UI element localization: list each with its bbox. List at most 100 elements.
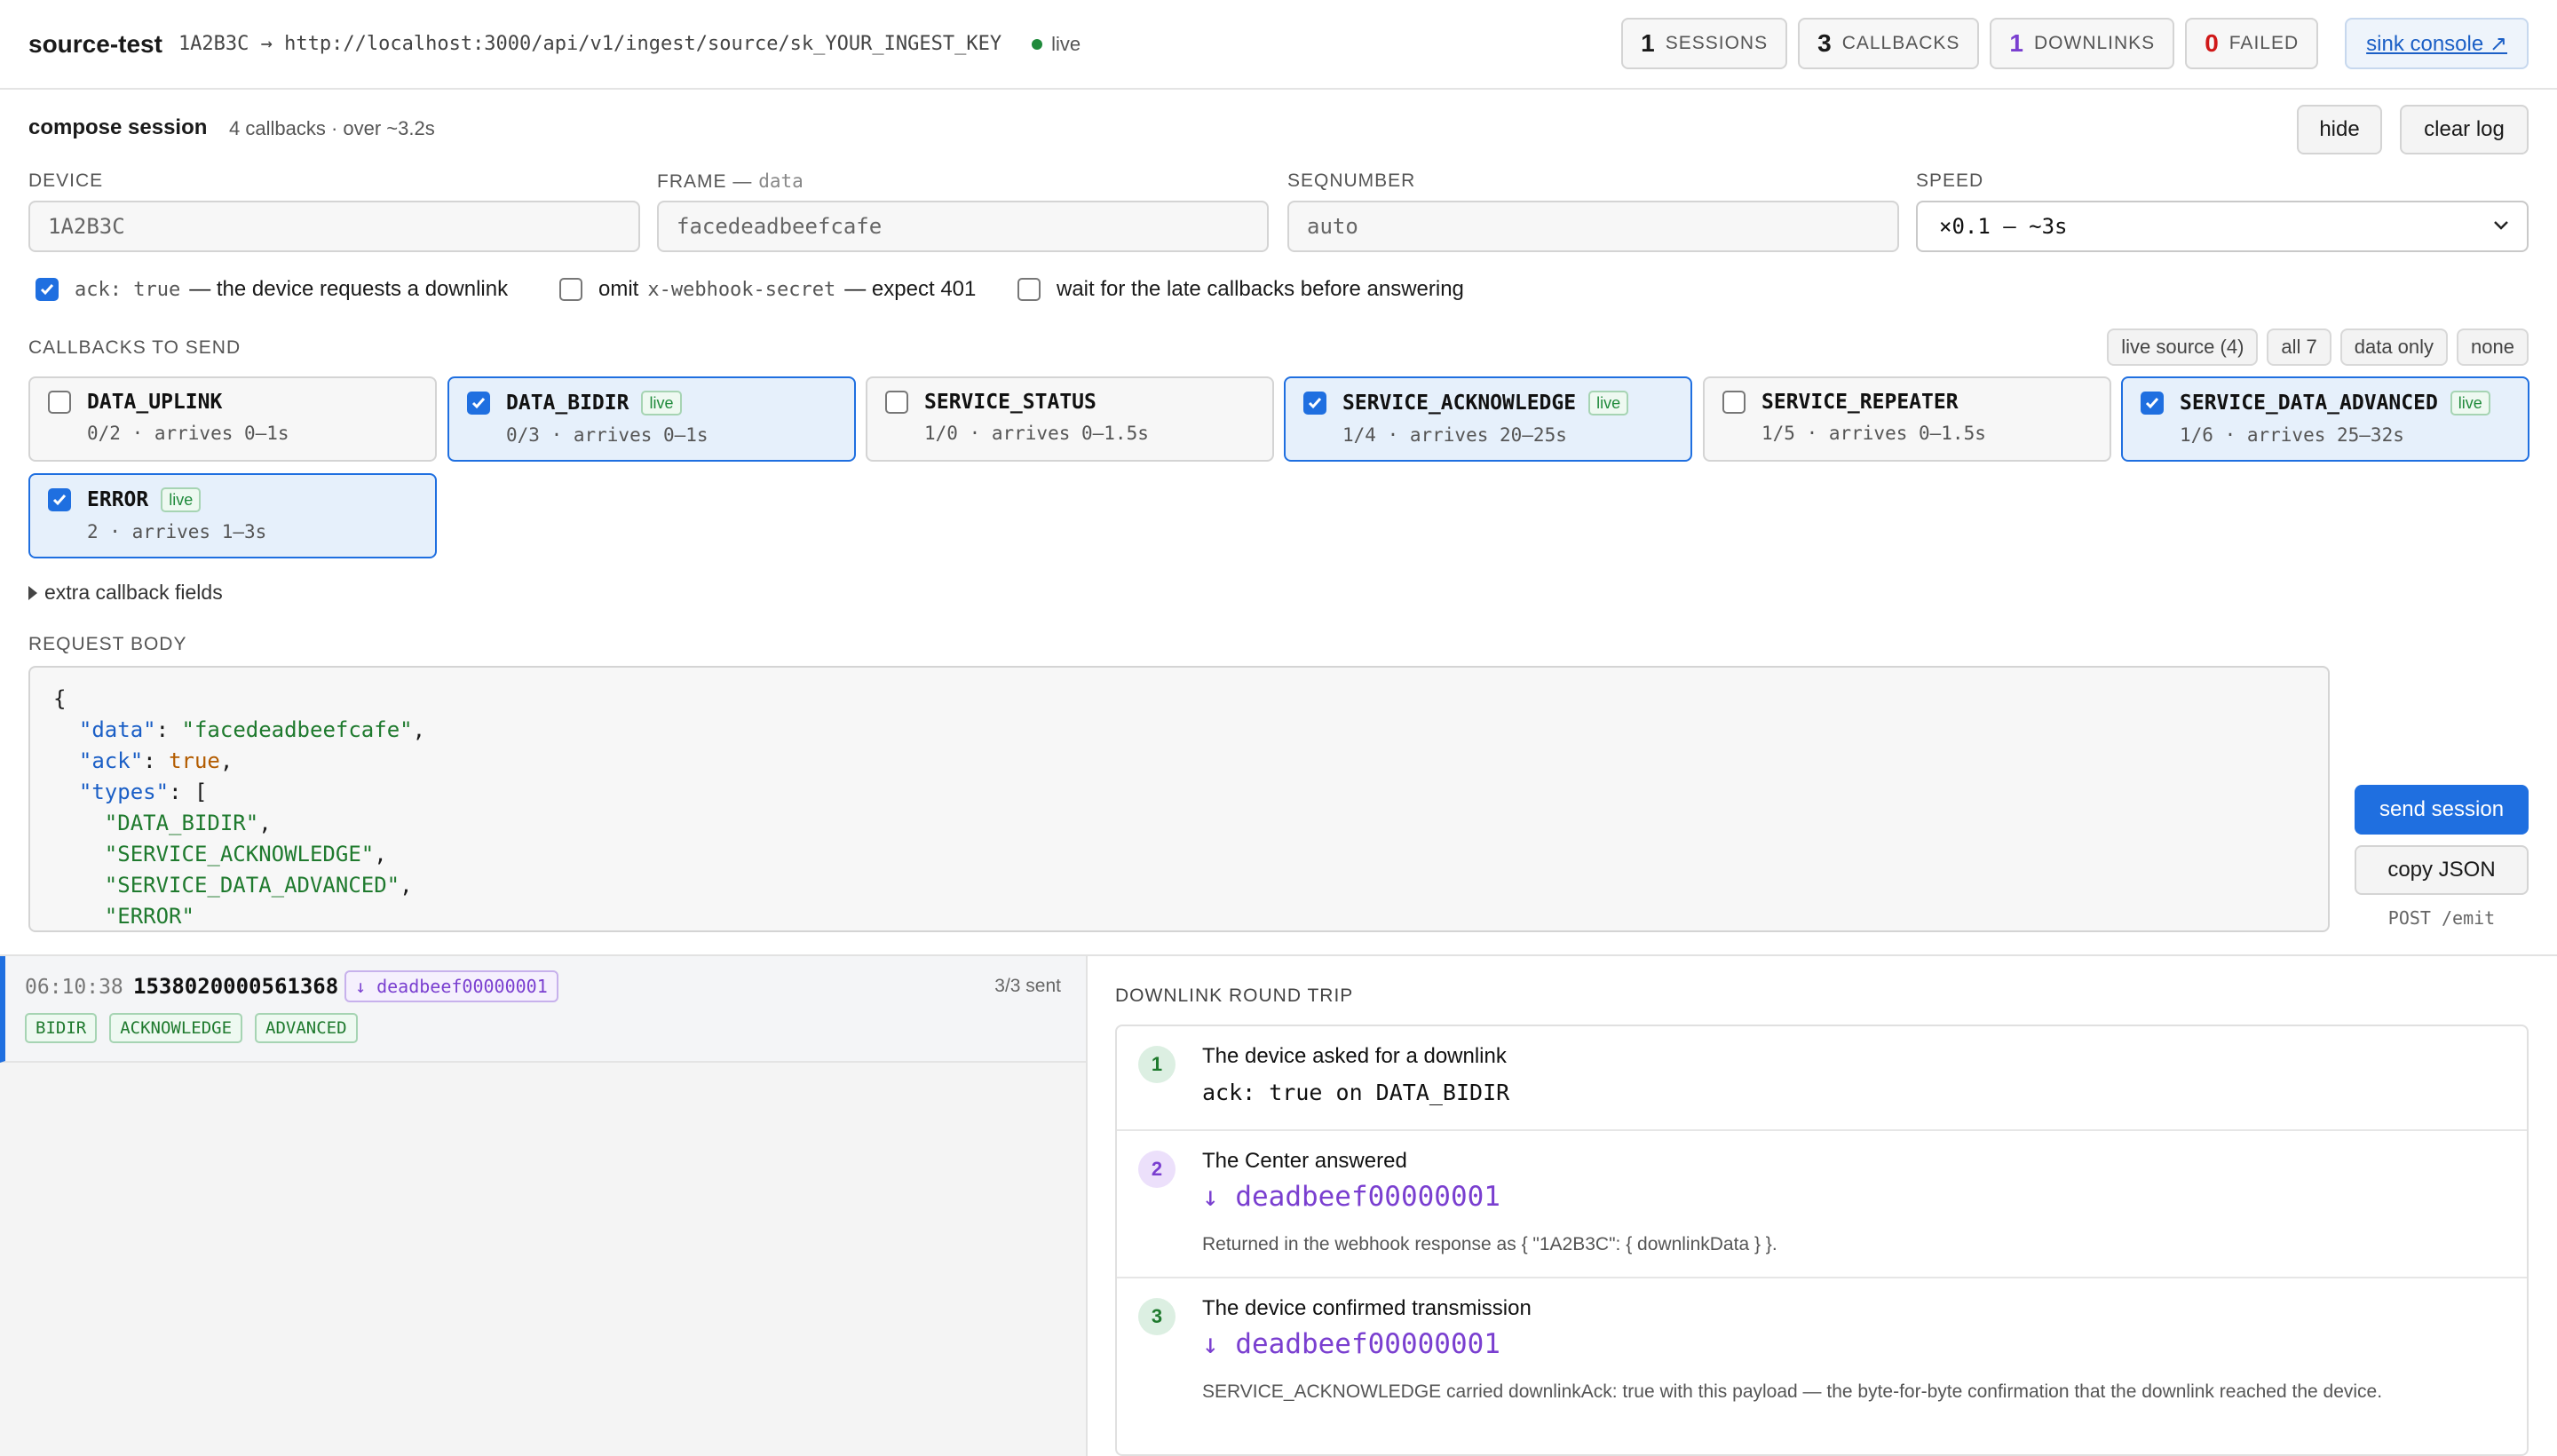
callback-card-service-repeater[interactable]: SERVICE_REPEATER 1/5 · arrives 0–1.5s [1703,376,2111,462]
compose-title: compose session [28,115,208,139]
filter-live-source[interactable]: live source (4) [2107,328,2259,366]
check-icon [40,284,54,296]
request-body-label: REQUEST BODY [28,634,187,654]
step-number: 1 [1138,1046,1176,1083]
omit-secret-checkbox[interactable] [559,278,582,301]
check-icon [471,398,486,409]
callback-checkbox[interactable] [48,391,71,414]
session-tags: BIDIR ACKNOWLEDGE ADVANCED [25,1013,358,1043]
compose-subtitle: 4 callbacks · over ~3.2s [229,117,435,139]
step-number: 2 [1138,1151,1176,1188]
step-note: SERVICE_ACKNOWLEDGE carried downlinkAck:… [1202,1381,2383,1402]
step-title: The device asked for a downlink [1202,1044,1507,1068]
callback-meta: 1/0 · arrives 0–1.5s [924,423,1149,444]
pane-splitter[interactable] [1086,956,1088,1456]
callback-card-error[interactable]: ERROR live 2 · arrives 1–3s [28,473,437,558]
callback-card-service-status[interactable]: SERVICE_STATUS 1/0 · arrives 0–1.5s [866,376,1274,462]
callback-checkbox[interactable] [48,488,71,511]
device-label: DEVICE [28,170,104,191]
callback-checkbox[interactable] [1303,392,1326,415]
session-downlink-badge: ↓ deadbeef00000001 [344,970,558,1002]
callback-meta: 1/5 · arrives 0–1.5s [1761,423,1986,444]
frame-input[interactable]: facedeadbeefcafe [657,201,1269,252]
json-type-entry: "ERROR" [104,904,194,929]
device-input[interactable]: 1A2B3C [28,201,640,252]
callback-card-data-uplink[interactable]: DATA_UPLINK 0/2 · arrives 0–1s [28,376,437,462]
disclosure-triangle-icon [28,585,37,600]
callback-name: DATA_UPLINK [87,391,223,414]
step-number: 3 [1138,1298,1176,1335]
wait-late-checkbox[interactable] [1017,278,1041,301]
step-title: The device confirmed transmission [1202,1296,1532,1320]
session-sent-count: 3/3 sent [994,976,1061,996]
post-endpoint-hint: POST /emit [2387,907,2496,929]
seqnumber-input[interactable]: auto [1287,201,1899,252]
callback-name: SERVICE_ACKNOWLEDGE [1342,392,1577,415]
live-badge: live [1588,391,1629,415]
callback-card-service-data-advanced[interactable]: SERVICE_DATA_ADVANCED live 1/6 · arrives 2… [2121,376,2529,462]
json-types-list: "DATA_BIDIR", "SERVICE_ACKNOWLEDGE", "SE… [53,811,413,929]
live-badge: live [2450,391,2490,415]
send-session-button[interactable]: send session [2355,785,2529,835]
sink-console-link[interactable]: sink console ↗ [2345,18,2529,69]
check-icon [52,495,67,506]
speed-select-value: ×0.1 — ~3s [1939,214,2068,239]
step-title: The Center answered [1202,1149,1407,1173]
session-id: 1538020000561368 [133,974,339,999]
stat-failed[interactable]: 0 FAILED [2185,18,2319,69]
roundtrip-step-2: 2 The Center answered ↓ deadbeef00000001… [1117,1131,2527,1278]
clear-log-button[interactable]: clear log [2400,105,2529,154]
json-type-entry: "SERVICE_ACKNOWLEDGE", [104,842,387,866]
copy-json-button[interactable]: copy JSON [2355,845,2529,895]
callback-filters: live source (4) all 7 data only none [2107,328,2529,366]
session-list-empty-area [0,1063,1086,1456]
session-row[interactable]: 06:10:38 1538020000561368 ↓ deadbeef0000… [0,956,1086,1063]
callback-card-service-acknowledge[interactable]: SERVICE_ACKNOWLEDGE live 1/4 · arrives 20–… [1284,376,1692,462]
check-icon [1308,398,1322,409]
speed-label: SPEED [1916,170,1984,191]
callback-checkbox[interactable] [885,391,908,414]
live-badge: live [161,487,202,512]
ack-checkbox[interactable] [36,278,59,301]
stat-downlinks[interactable]: 1 DOWNLINKS [1990,18,2175,69]
callback-name: SERVICE_REPEATER [1761,391,1959,414]
callbacks-label: CALLBACKS TO SEND [28,337,241,358]
omit-secret-option[interactable]: omit x-webhook-secret — expect 401 [559,277,976,302]
request-body-editor[interactable]: { "data": "facedeadbeefcafe", "ack": tru… [28,666,2330,932]
callback-checkbox[interactable] [2141,392,2164,415]
session-tag: BIDIR [25,1013,98,1043]
callback-name: DATA_BIDIR [506,392,629,415]
ack-option[interactable]: ack: true — the device requests a downli… [36,277,508,302]
chevron-down-icon [2494,221,2508,230]
callback-name: ERROR [87,488,149,511]
roundtrip-step-3: 3 The device confirmed transmission ↓ de… [1117,1278,2527,1454]
callback-name: SERVICE_STATUS [924,391,1096,414]
filter-all[interactable]: all 7 [2267,328,2331,366]
hide-button[interactable]: hide [2297,105,2382,154]
seqnumber-label: SEQNUMBER [1287,170,1416,191]
stats-bar: 1 SESSIONS 3 CALLBACKS 1 DOWNLINKS 0 FAI… [1621,18,2529,69]
roundtrip-title: DOWNLINK ROUND TRIP [1115,985,1354,1006]
filter-none[interactable]: none [2457,328,2529,366]
top-bar: source-test 1A2B3C → http://localhost:30… [0,0,2557,90]
json-type-entry: "DATA_BIDIR", [104,811,272,835]
speed-select[interactable]: ×0.1 — ~3s [1916,201,2529,252]
live-status-dot [1032,38,1043,50]
callback-checkbox[interactable] [467,392,490,415]
live-status-text: live [1051,32,1081,55]
stat-callbacks[interactable]: 3 CALLBACKS [1798,18,1980,69]
callback-name: SERVICE_DATA_ADVANCED [2180,392,2438,415]
step-downlink: ↓ deadbeef00000001 [1202,1328,1500,1360]
callback-meta: 1/4 · arrives 20–25s [1342,424,1567,446]
filter-data-only[interactable]: data only [2339,328,2449,366]
session-tag: ADVANCED [255,1013,358,1043]
json-ack-value: true [169,748,220,773]
extra-fields-toggle[interactable]: extra callback fields [28,581,223,605]
session-tag: ACKNOWLEDGE [109,1013,243,1043]
app-title: source-test [28,29,162,58]
wait-late-option[interactable]: wait for the late callbacks before answe… [1017,277,1464,302]
callback-card-data-bidir[interactable]: DATA_BIDIR live 0/3 · arrives 0–1s [447,376,856,462]
callback-checkbox[interactable] [1722,391,1746,414]
stat-sessions[interactable]: 1 SESSIONS [1621,18,1788,69]
step-code: ack: true on DATA_BIDIR [1202,1080,1510,1105]
